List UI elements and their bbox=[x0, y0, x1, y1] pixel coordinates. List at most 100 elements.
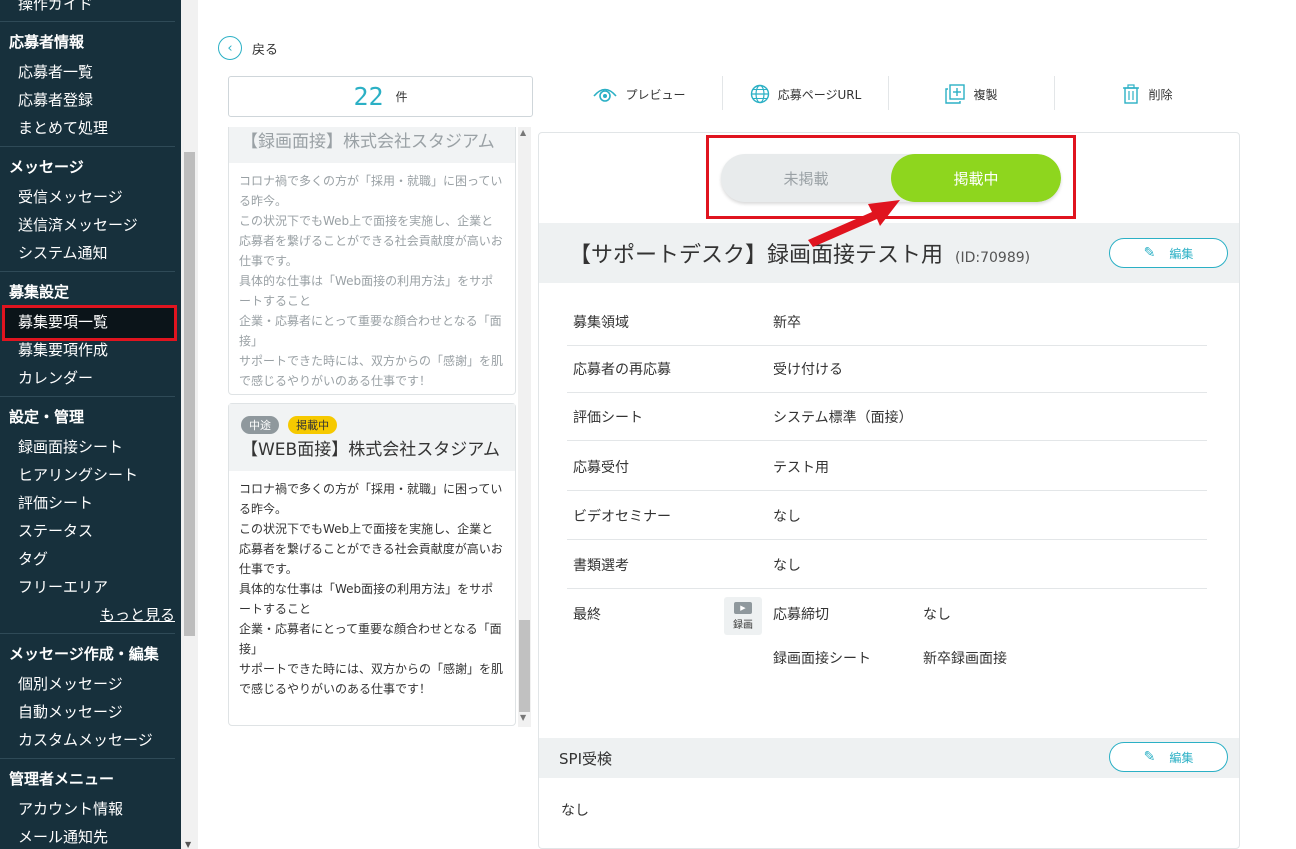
job-card-badges: 中途 掲載中 bbox=[241, 414, 503, 434]
nav-section-recruit: 募集設定 bbox=[9, 283, 70, 301]
detail-row: ビデオセミナー なし bbox=[567, 491, 1207, 540]
detail-row: 評価シート システム標準（面接） bbox=[567, 392, 1207, 441]
pencil-icon: ✎ bbox=[1143, 749, 1156, 765]
nav-item-free-area[interactable]: フリーエリア bbox=[18, 576, 108, 597]
job-card-title: 【WEB面接】株式会社スタジアム bbox=[241, 440, 501, 460]
deadline-label: 応募締切 bbox=[773, 607, 829, 623]
job-card[interactable]: 中途 掲載中 【WEB面接】株式会社スタジアム コロナ禍で多くの方が「採用・就職… bbox=[228, 403, 516, 726]
badge-published: 掲載中 bbox=[288, 416, 338, 434]
nav-item-job-list[interactable]: 募集要項一覧 bbox=[18, 311, 108, 332]
list-scrollbar-thumb[interactable] bbox=[519, 620, 530, 712]
nav-item-applicant-register[interactable]: 応募者登録 bbox=[18, 89, 93, 110]
nav-section-applicants: 応募者情報 bbox=[9, 33, 85, 51]
job-id: (ID:70989) bbox=[955, 250, 1031, 266]
nav-item-status[interactable]: ステータス bbox=[18, 520, 93, 541]
nav-item-bulk-process[interactable]: まとめて処理 bbox=[18, 117, 108, 138]
sidebar-nav: 操作ガイド 応募者情報 応募者一覧 応募者登録 まとめて処理 メッセージ 受信メ… bbox=[0, 0, 181, 849]
job-card-text: サポートできた時には、双方からの「感謝」を肌で感じるやりがいのある仕事です！ bbox=[239, 662, 504, 696]
nav-item-eval-sheet[interactable]: 評価シート bbox=[18, 492, 93, 513]
nav-item-tag[interactable]: タグ bbox=[18, 548, 48, 569]
nav-item-applicant-list[interactable]: 応募者一覧 bbox=[18, 61, 93, 82]
job-count-unit: 件 bbox=[395, 90, 408, 104]
row-label: ビデオセミナー bbox=[573, 509, 671, 525]
detail-row: 応募者の再応募 受け付ける bbox=[567, 344, 1207, 393]
job-count-value: 22 bbox=[353, 82, 384, 111]
duplicate-label: 複製 bbox=[973, 87, 998, 102]
video-sheet-label: 録画面接シート bbox=[773, 651, 871, 667]
detail-row: 募集領域 新卒 bbox=[567, 297, 1207, 346]
detail-row: 応募受付 テスト用 bbox=[567, 442, 1207, 491]
nav-item-mail-notify[interactable]: メール通知先 bbox=[18, 826, 108, 847]
nav-item-video-sheet[interactable]: 録画面接シート bbox=[18, 436, 123, 457]
app-root: 操作ガイド 応募者情報 応募者一覧 応募者登録 まとめて処理 メッセージ 受信メ… bbox=[0, 0, 1296, 849]
row-label: 募集領域 bbox=[573, 315, 629, 331]
nav-item-guide[interactable]: 操作ガイド bbox=[18, 0, 93, 14]
spi-edit-button[interactable]: ✎ 編集 bbox=[1109, 742, 1228, 772]
trash-icon bbox=[1122, 84, 1140, 104]
row-label: 評価シート bbox=[573, 410, 643, 426]
video-sheet-value: 新卒録画面接 bbox=[923, 651, 1007, 667]
preview-label: プレビュー bbox=[625, 87, 686, 102]
job-card-body: コロナ禍で多くの方が「採用・就職」に困っている昨今。 この状況下でもWeb上で面… bbox=[229, 471, 515, 707]
nav-section-messages: メッセージ bbox=[9, 158, 84, 176]
row-label: 応募者の再応募 bbox=[573, 362, 671, 378]
play-icon: ▶ bbox=[734, 601, 752, 614]
row-value: テスト用 bbox=[773, 460, 829, 476]
apply-url-button[interactable]: 応募ページURL bbox=[723, 76, 888, 112]
nav-more-link[interactable]: もっと見る bbox=[100, 604, 175, 625]
row-label: 書類選考 bbox=[573, 558, 629, 574]
detail-row: 書類選考 なし bbox=[567, 540, 1207, 589]
badge-career-type: 中途 bbox=[241, 416, 279, 434]
duplicate-icon bbox=[945, 84, 966, 104]
apply-url-label: 応募ページURL bbox=[777, 87, 862, 102]
job-card-body: コロナ禍で多くの方が「採用・就職」に困っている昨今。 この状況下でもWeb上で面… bbox=[229, 163, 515, 399]
job-card-text: コロナ禍で多くの方が「採用・就職」に困っている昨今。 bbox=[239, 174, 503, 208]
nav-item-job-create[interactable]: 募集要項作成 bbox=[18, 339, 108, 360]
nav-item-individual-message[interactable]: 個別メッセージ bbox=[18, 673, 123, 694]
row-value: 新卒 bbox=[773, 315, 801, 331]
row-value: システム標準（面接） bbox=[773, 410, 913, 426]
scroll-down-arrow-icon[interactable]: ▼ bbox=[185, 840, 191, 849]
job-card-text: この状況下でもWeb上で面接を実施し、企業と応募者を繋げることができる社会貢献度… bbox=[239, 214, 503, 268]
delete-label: 削除 bbox=[1148, 87, 1173, 102]
job-card-text: 具体的な仕事は「Web面接の利用方法」をサポートすること bbox=[239, 582, 494, 616]
nav-item-inbox[interactable]: 受信メッセージ bbox=[18, 186, 123, 207]
nav-divider bbox=[0, 21, 175, 22]
deadline-value: なし bbox=[923, 607, 951, 623]
back-link[interactable]: ‹ 戻る bbox=[218, 36, 278, 60]
final-stage-label: 最終 bbox=[573, 607, 601, 623]
edit-button[interactable]: ✎ 編集 bbox=[1109, 238, 1228, 268]
nav-item-account[interactable]: アカウント情報 bbox=[18, 798, 123, 819]
nav-item-sent[interactable]: 送信済メッセージ bbox=[18, 214, 138, 235]
job-card-text: 具体的な仕事は「Web面接の利用方法」をサポートすること bbox=[239, 274, 494, 308]
job-card[interactable]: 【録画面接】株式会社スタジアム コロナ禍で多くの方が「採用・就職」に困っている昨… bbox=[228, 127, 516, 395]
job-card-header: 中途 掲載中 【WEB面接】株式会社スタジアム bbox=[229, 404, 515, 471]
nav-section-admin: 管理者メニュー bbox=[9, 770, 115, 788]
duplicate-button[interactable]: 複製 bbox=[889, 76, 1054, 112]
nav-item-calendar[interactable]: カレンダー bbox=[18, 367, 93, 388]
preview-button[interactable]: プレビュー bbox=[557, 76, 722, 112]
chevron-left-icon: ‹ bbox=[218, 36, 242, 60]
row-value: なし bbox=[773, 509, 801, 525]
video-interview-icon: ▶ 録画 bbox=[724, 597, 762, 635]
nav-section-message-edit: メッセージ作成・編集 bbox=[9, 645, 159, 663]
nav-item-hearing-sheet[interactable]: ヒアリングシート bbox=[18, 464, 138, 485]
delete-button[interactable]: 削除 bbox=[1055, 76, 1240, 112]
job-card-text: 企業・応募者にとって重要な顔合わせとなる「面接」 bbox=[239, 314, 502, 348]
row-label: 応募受付 bbox=[573, 460, 629, 476]
job-card-text: この状況下でもWeb上で面接を実施し、企業と応募者を繋げることができる社会貢献度… bbox=[239, 522, 503, 576]
nav-divider bbox=[0, 396, 175, 397]
sidebar: 操作ガイド 応募者情報 応募者一覧 応募者登録 まとめて処理 メッセージ 受信メ… bbox=[0, 0, 198, 849]
nav-item-custom-message[interactable]: カスタムメッセージ bbox=[18, 729, 153, 750]
job-list: 【録画面接】株式会社スタジアム コロナ禍で多くの方が「採用・就職」に困っている昨… bbox=[228, 127, 533, 727]
back-label: 戻る bbox=[252, 42, 279, 58]
row-value: なし bbox=[773, 558, 801, 574]
edit-label: 編集 bbox=[1169, 750, 1194, 765]
scroll-down-arrow-icon[interactable]: ▼ bbox=[520, 713, 526, 722]
spi-title: SPI受検 bbox=[559, 750, 612, 768]
row-value: 受け付ける bbox=[773, 362, 843, 378]
nav-item-auto-message[interactable]: 自動メッセージ bbox=[18, 701, 123, 722]
nav-item-system-notice[interactable]: システム通知 bbox=[18, 242, 108, 263]
sidebar-scrollbar-thumb[interactable] bbox=[184, 152, 195, 636]
scroll-up-arrow-icon[interactable]: ▲ bbox=[520, 128, 526, 137]
